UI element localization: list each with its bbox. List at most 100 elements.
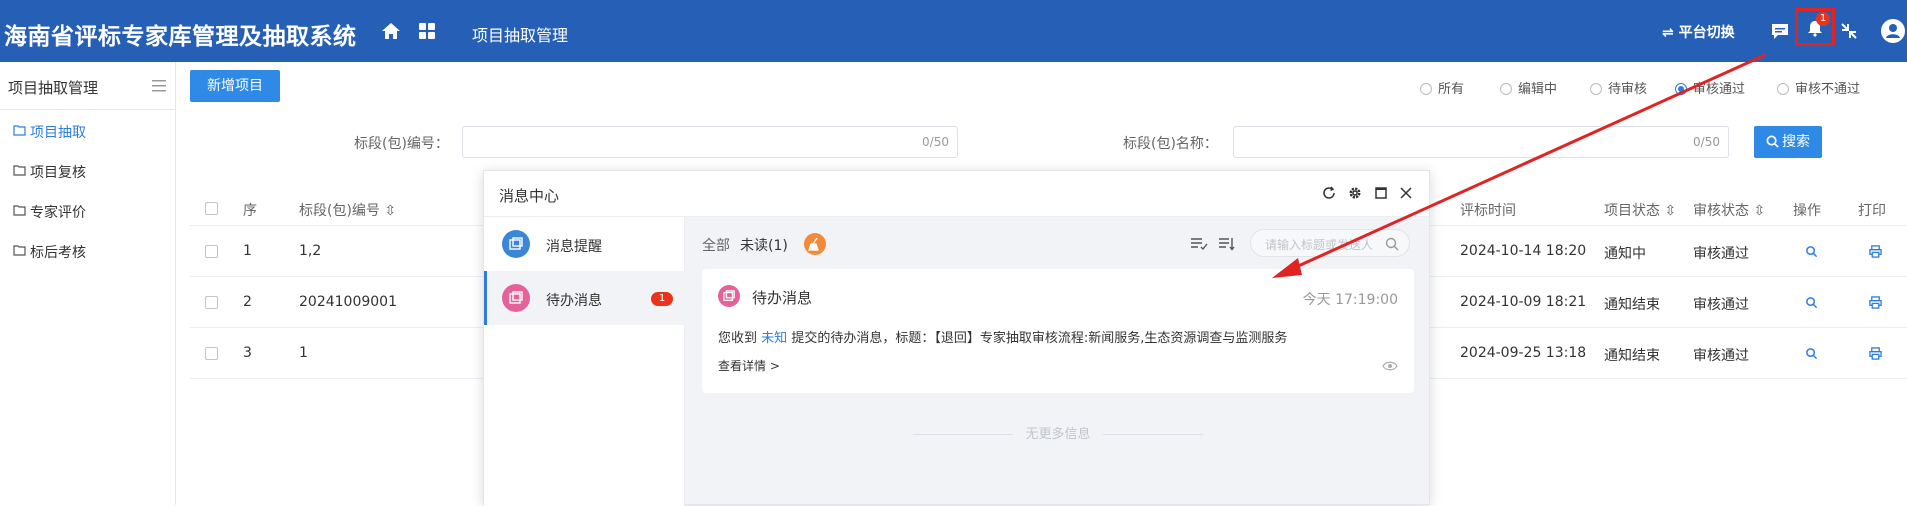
row-eval-time: 2024-10-09 18:21 [1460,294,1587,310]
view-search-icon[interactable] [1805,245,1818,258]
folder-icon [13,165,26,176]
message-card-body: 您收到 未知 提交的待办消息，标题：【退回】专家抽取审核流程:新闻服务,生态资源… [718,331,1288,346]
folder-icon [13,125,26,136]
view-search-icon[interactable] [1805,296,1818,309]
grid-icon[interactable] [418,22,436,40]
code-char-count: 0/50 [922,135,949,149]
sidebar-item-expert-evaluation[interactable]: 专家评价 [0,190,175,230]
message-card-time: 今天 17:19:00 [1302,292,1398,308]
sidebar-item-project-review[interactable]: 项目复核 [0,150,175,190]
print-icon[interactable] [1869,245,1882,258]
filter-pending-radio[interactable]: 待审核 [1590,78,1647,97]
clear-broom-icon[interactable] [804,233,826,255]
todo-message-icon [718,285,740,307]
sidebar-header: 项目抽取管理 [0,62,175,110]
search-placeholder: 请输入标题或发送人 [1265,238,1374,252]
name-input[interactable]: 0/50 [1233,126,1729,158]
sidebar: 项目抽取管理 项目抽取 项目复核 专家评价 标后考核 [0,62,176,505]
collapse-icon[interactable] [1840,22,1858,40]
chat-icon[interactable] [1770,22,1790,40]
message-category-list: 消息提醒 待办消息 1 [484,217,685,506]
home-icon[interactable] [380,20,402,42]
filter-approved-radio[interactable]: 审核通过 [1675,78,1745,97]
refresh-icon[interactable] [1322,186,1336,200]
gear-icon[interactable] [1348,186,1362,200]
dialog-title: 消息中心 [499,187,560,205]
search-icon [1385,237,1399,251]
nav-project-extraction[interactable]: 项目抽取管理 [472,22,568,46]
message-card[interactable]: 待办消息 今天 17:19:00 您收到 未知 提交的待办消息，标题：【退回】专… [702,269,1414,393]
sort-list-icon[interactable] [1218,237,1236,251]
row-project-status: 通知结束 [1604,297,1660,313]
notification-bell-button[interactable]: 1 [1795,8,1835,46]
row-checkbox[interactable] [205,245,218,258]
row-code: 1,2 [299,243,322,259]
row-checkbox[interactable] [205,296,218,309]
row-checkbox[interactable] [205,347,218,360]
app-title: 海南省评标专家库管理及抽取系统 [4,24,357,50]
sort-icon: ⇳ [1753,203,1766,219]
filter-rejected-radio[interactable]: 审核不通过 [1777,78,1860,97]
row-project-status: 通知中 [1604,246,1646,262]
eye-icon[interactable] [1382,361,1398,371]
search-button[interactable]: 搜索 [1754,126,1822,158]
sidebar-item-label: 项目复核 [30,165,86,181]
col-eval-time: 评标时间 [1460,203,1516,219]
status-filter-group: 所有 编辑中 待审核 审核通过 审核不通过 [1420,78,1900,98]
sidebar-title: 项目抽取管理 [8,79,99,97]
platform-switch-button[interactable]: ⇌ 平台切换 [1662,22,1735,42]
print-icon[interactable] [1869,347,1882,360]
sidebar-item-post-assessment[interactable]: 标后考核 [0,230,175,270]
sidebar-item-label: 标后考核 [30,245,86,261]
folder-icon [13,245,26,256]
user-avatar-icon[interactable] [1880,18,1906,44]
print-icon[interactable] [1869,296,1882,309]
row-project-status: 通知结束 [1604,348,1660,364]
col-code[interactable]: 标段(包)编号 ⇳ [299,200,396,220]
maximize-icon[interactable] [1374,186,1388,200]
notification-count-badge: 1 [1816,12,1830,26]
view-search-icon[interactable] [1805,347,1818,360]
row-review-status: 审核通过 [1693,297,1749,313]
col-review-status[interactable]: 审核状态 ⇳ [1693,200,1765,220]
search-icon [1766,135,1779,148]
row-code: 1 [299,345,308,361]
row-no: 3 [243,345,252,361]
filter-all-radio[interactable]: 所有 [1420,78,1464,97]
dialog-header: 消息中心 [484,171,1429,217]
category-label: 消息提醒 [546,239,602,255]
mark-read-icon[interactable] [1190,237,1208,251]
sidebar-item-label: 专家评价 [30,205,86,221]
view-details-link[interactable]: 查看详情 > [718,357,780,374]
code-input[interactable]: 0/50 [462,126,958,158]
col-project-status[interactable]: 项目状态 ⇳ [1604,200,1676,220]
row-eval-time: 2024-10-14 18:20 [1460,243,1587,259]
reminder-icon [502,230,530,258]
category-todo[interactable]: 待办消息 1 [484,271,685,325]
filter-editing-radio[interactable]: 编辑中 [1500,78,1557,97]
row-no: 1 [243,243,252,259]
sort-icon: ⇳ [384,203,397,219]
row-eval-time: 2024-09-25 13:18 [1460,345,1587,361]
message-search-input[interactable]: 请输入标题或发送人 [1250,229,1410,257]
code-field-label: 标段(包)编号： [354,136,449,152]
category-label: 待办消息 [546,293,602,309]
select-all-checkbox[interactable] [205,202,218,215]
unread-badge: 1 [651,292,673,306]
col-action: 操作 [1793,203,1821,219]
filter-all-tab[interactable]: 全部 [702,235,730,255]
filter-unread-tab[interactable]: 未读(1) [740,235,788,255]
row-review-status: 审核通过 [1693,246,1749,262]
row-code: 20241009001 [299,294,397,310]
row-no: 2 [243,294,252,310]
close-icon[interactable] [1399,186,1413,200]
col-no: 序 [243,203,257,219]
add-project-button[interactable]: 新增项目 [190,70,280,102]
sender-link[interactable]: 未知 [761,331,787,346]
sidebar-item-project-extraction[interactable]: 项目抽取 [0,110,175,150]
menu-icon[interactable] [152,80,166,92]
category-reminder[interactable]: 消息提醒 [484,217,685,271]
top-bar: 海南省评标专家库管理及抽取系统 项目抽取管理 ⇌ 平台切换 1 [0,0,1907,62]
row-review-status: 审核通过 [1693,348,1749,364]
no-more-messages: 无更多信息 [702,423,1414,442]
